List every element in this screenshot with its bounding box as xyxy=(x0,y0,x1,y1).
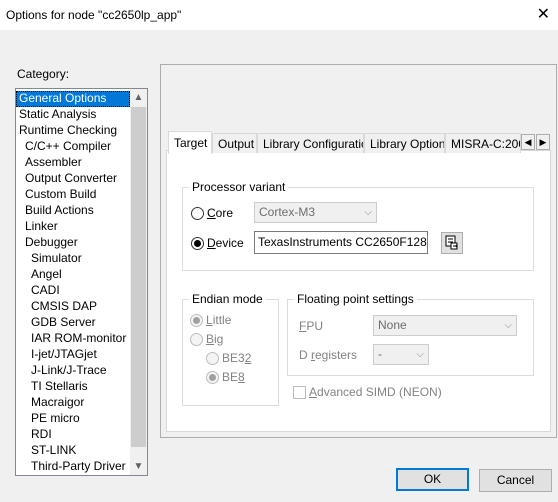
cancel-button[interactable]: Cancel xyxy=(479,469,552,492)
core-label[interactable]: Core xyxy=(207,206,233,220)
category-item[interactable]: Custom Build xyxy=(16,187,96,203)
title-bar: Options for node "cc2650lp_app" ✕ xyxy=(0,0,558,30)
endian-mode-legend: Endian mode xyxy=(192,292,263,306)
category-item[interactable]: Debugger xyxy=(16,235,78,251)
d-registers-label-rest: egisters xyxy=(315,348,358,362)
be32-radio[interactable] xyxy=(206,352,219,365)
category-item[interactable]: Third-Party Driver xyxy=(16,459,126,475)
scroll-up-icon[interactable]: ▲ xyxy=(130,89,147,106)
processor-variant-group: Processor variant xyxy=(182,180,534,271)
category-item[interactable]: Build Actions xyxy=(16,203,94,219)
device-field[interactable]: TexasInstruments CC2650F128 xyxy=(254,231,428,254)
fpu-label: FPU xyxy=(299,319,324,333)
category-list[interactable]: General Options Static Analysis Runtime Ch… xyxy=(15,88,148,476)
category-item[interactable]: J-Link/J-Trace xyxy=(16,363,107,379)
category-item[interactable]: C/C++ Compiler xyxy=(16,139,111,155)
category-item[interactable]: Angel xyxy=(16,267,62,283)
tab-scroll-right-icon[interactable]: ▶ xyxy=(536,134,550,150)
core-value: Cortex-M3 xyxy=(259,205,316,219)
device-radio[interactable] xyxy=(191,237,204,250)
ok-button[interactable]: OK xyxy=(396,468,469,491)
little-radio[interactable] xyxy=(190,314,203,327)
fpu-label-rest: PU xyxy=(306,319,324,333)
be32-label: BE32 xyxy=(222,351,252,365)
d-registers-value: - xyxy=(378,347,382,361)
little-label-rest: ittle xyxy=(212,313,232,327)
tab-library-configuration[interactable]: Library Configuration xyxy=(257,133,364,153)
core-select: Cortex-M3 ⌵ xyxy=(254,202,377,223)
close-icon[interactable]: ✕ xyxy=(537,4,550,24)
category-item[interactable]: General Options xyxy=(16,91,130,107)
be8-radio[interactable] xyxy=(206,371,219,384)
core-radio[interactable] xyxy=(191,207,204,220)
d-registers-select: - ⌵ xyxy=(373,344,429,365)
chevron-down-icon: ⌵ xyxy=(504,320,512,331)
core-label-rest: ore xyxy=(215,206,234,220)
scroll-down-icon[interactable]: ▼ xyxy=(130,458,147,475)
category-item[interactable]: Runtime Checking xyxy=(16,123,117,139)
category-item[interactable]: Simulator xyxy=(16,251,82,267)
category-item[interactable]: PE micro xyxy=(16,411,80,427)
category-item[interactable]: IAR ROM-monitor xyxy=(16,331,126,347)
chevron-down-icon: ⌵ xyxy=(416,349,424,360)
advanced-simd-checkbox[interactable] xyxy=(293,386,306,399)
device-select-icon xyxy=(445,235,458,250)
tab-scroll-left-icon[interactable]: ◀ xyxy=(521,134,535,150)
category-item[interactable]: I-jet/JTAGjet xyxy=(16,347,97,363)
tab-library-options[interactable]: Library Options xyxy=(364,133,445,153)
big-label: Big xyxy=(206,332,224,346)
tab-misra-c-2004[interactable]: MISRA-C:2004 xyxy=(445,133,521,153)
tab-output[interactable]: Output xyxy=(212,133,257,153)
little-label: Little xyxy=(206,313,232,327)
category-item[interactable]: Output Converter xyxy=(16,171,117,187)
advanced-simd-label-rest: dvanced SIMD (NEON) xyxy=(317,385,442,399)
category-item[interactable]: RDI xyxy=(16,427,52,443)
big-label-rest: ig xyxy=(214,332,224,346)
category-scrollbar[interactable]: ▲ ▼ xyxy=(130,89,147,475)
fpu-select: None ⌵ xyxy=(373,315,517,336)
be8-label: BE8 xyxy=(222,370,245,384)
be8-label-main: BE xyxy=(222,370,239,384)
device-label-rest: evice xyxy=(215,236,244,250)
scrollbar-thumb[interactable] xyxy=(131,107,146,447)
endian-mode-group: Endian mode xyxy=(182,292,279,406)
category-item[interactable]: TI Stellaris xyxy=(16,379,88,395)
advanced-simd-label: Advanced SIMD (NEON) xyxy=(309,385,442,399)
category-item[interactable]: Linker xyxy=(16,219,58,235)
processor-variant-legend: Processor variant xyxy=(192,180,286,194)
fpu-value: None xyxy=(378,318,407,332)
d-registers-label: D registers xyxy=(299,348,358,362)
chevron-down-icon: ⌵ xyxy=(364,207,372,218)
category-label: Category: xyxy=(17,67,70,81)
device-browse-button[interactable] xyxy=(441,232,463,254)
category-item[interactable]: CADI xyxy=(16,283,60,299)
tab-target[interactable]: Target xyxy=(168,131,212,154)
category-item[interactable]: CMSIS DAP xyxy=(16,299,97,315)
be32-label-main: BE3 xyxy=(222,351,245,365)
big-radio[interactable] xyxy=(190,333,203,346)
category-item[interactable]: ST-LINK xyxy=(16,443,76,459)
window-title: Options for node "cc2650lp_app" xyxy=(6,8,182,22)
device-label[interactable]: Device xyxy=(207,236,244,250)
category-item[interactable]: GDB Server xyxy=(16,315,96,331)
floating-point-legend: Floating point settings xyxy=(297,292,414,306)
d-registers-label-pre: D xyxy=(299,348,311,362)
category-item[interactable]: Static Analysis xyxy=(16,107,96,123)
category-item[interactable]: Assembler xyxy=(16,155,82,171)
category-item[interactable]: Macraigor xyxy=(16,395,84,411)
